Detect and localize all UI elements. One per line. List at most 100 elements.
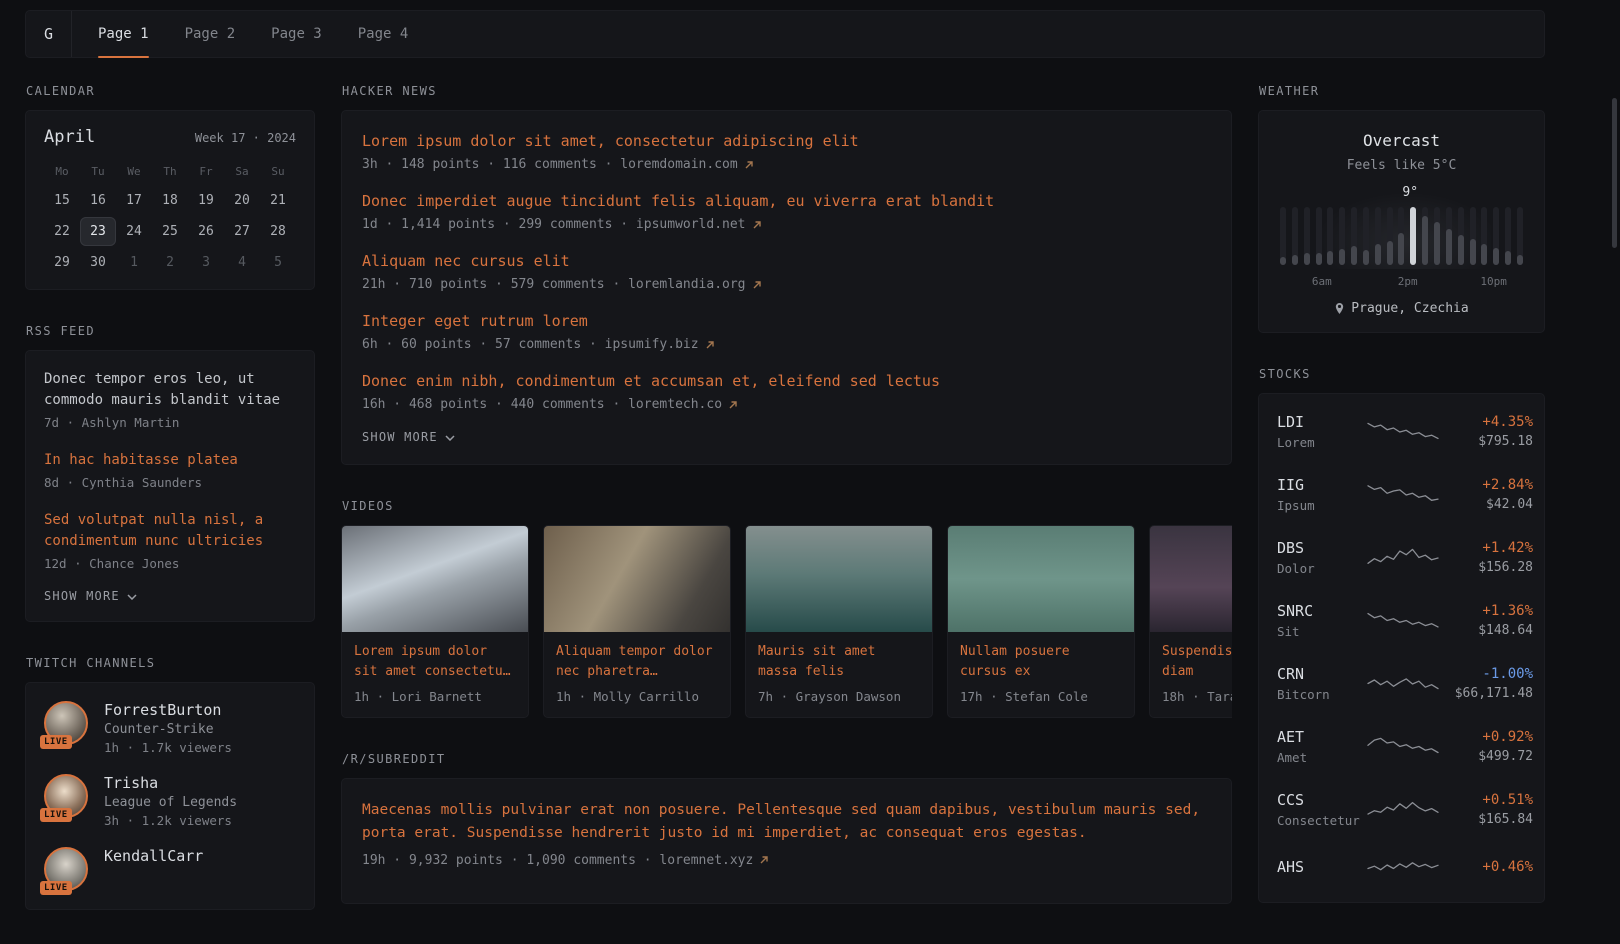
weather-hour-column <box>1327 207 1333 265</box>
weather-hour-bar <box>1398 233 1404 265</box>
hackernews-item-link[interactable]: Donec imperdiet augue tincidunt felis al… <box>362 191 1211 212</box>
twitch-channel[interactable]: LIVE Trisha League of Legends 3h · 1.2k … <box>44 774 296 828</box>
video-meta: 17h · Stefan Cole <box>960 689 1122 704</box>
hackernews-item: Donec enim nibh, condimentum et accumsan… <box>362 371 1211 412</box>
stock-symbol: AHS <box>1277 858 1365 876</box>
page-tab[interactable]: Page 3 <box>271 11 322 57</box>
show-more-label: SHOW MORE <box>44 589 120 603</box>
stock-change: +4.35% <box>1441 414 1533 430</box>
hackernews-item-link[interactable]: Donec enim nibh, condimentum et accumsan… <box>362 371 1211 392</box>
subreddit-widget-title: /R/SUBREDDIT <box>342 752 1232 766</box>
stock-symbol: CRN <box>1277 665 1365 683</box>
video-card[interactable]: Mauris sit amet massa felis 7h · Grayson… <box>745 525 933 718</box>
calendar-day: 26 <box>188 217 224 246</box>
stock-sparkline <box>1365 480 1441 509</box>
sparkline-chart <box>1365 606 1441 635</box>
video-meta: 7h · Grayson Dawson <box>758 689 920 704</box>
weather-hour-bar <box>1517 255 1523 265</box>
video-card[interactable]: Suspendisse diam 18h · Tara <box>1149 525 1232 718</box>
rss-item-link[interactable]: Sed volutpat nulla nisl, a condimentum n… <box>44 510 296 552</box>
weather-hour-column <box>1493 207 1499 265</box>
weather-hour-column <box>1398 207 1404 265</box>
stock-change: +1.36% <box>1441 603 1533 619</box>
weather-hour-bar <box>1327 251 1333 265</box>
weather-hour-bar <box>1292 255 1298 265</box>
external-link-icon <box>759 855 769 865</box>
hackernews-item-meta: 16h · 468 points · 440 comments · loremt… <box>362 397 1211 412</box>
calendar-day: 20 <box>224 186 260 215</box>
video-thumbnail <box>746 526 932 632</box>
show-more-label: SHOW MORE <box>362 430 438 444</box>
calendar-day: 2 <box>152 248 188 277</box>
hackernews-item-link[interactable]: Aliquam nec cursus elit <box>362 251 1211 272</box>
hackernews-item-meta: 6h · 60 points · 57 comments · ipsumify.… <box>362 337 1211 352</box>
calendar-day-header: Th <box>152 161 188 186</box>
page-tab[interactable]: Page 4 <box>358 11 409 57</box>
calendar-day: 22 <box>44 217 80 246</box>
hackernews-item-meta-text: 6h · 60 points · 57 comments · ipsumify.… <box>362 337 699 352</box>
hackernews-item: Donec imperdiet augue tincidunt felis al… <box>362 191 1211 232</box>
calendar-day: 18 <box>152 186 188 215</box>
videos-row: Lorem ipsum dolor sit amet consectetu… 1… <box>341 525 1232 718</box>
weather-hour-column <box>1422 207 1428 265</box>
stock-row: AHS +0.46% <box>1277 841 1526 896</box>
stock-change: +0.46% <box>1441 859 1533 875</box>
page-tab[interactable]: Page 1 <box>98 11 149 57</box>
weather-feels-like: Feels like 5°C <box>1277 158 1526 173</box>
channel-game: Counter-Strike <box>104 722 232 737</box>
stock-row: AET Amet +0.92% $499.72 <box>1277 715 1526 778</box>
stock-values: +0.51% $165.84 <box>1441 792 1533 827</box>
stock-name: Consectetur <box>1277 813 1365 828</box>
hackernews-item: Lorem ipsum dolor sit amet, consectetur … <box>362 131 1211 172</box>
hackernews-item-meta-text: 3h · 148 points · 116 comments · loremdo… <box>362 157 738 172</box>
subreddit-post-link[interactable]: Maecenas mollis pulvinar erat non posuer… <box>362 799 1211 845</box>
sparkline-chart <box>1365 795 1441 824</box>
calendar-day: 27 <box>224 217 260 246</box>
dashboard-page: G Page 1Page 2Page 3Page 4 CALENDAR Apri… <box>0 10 1620 944</box>
hackernews-show-more-button[interactable]: SHOW MORE <box>362 430 455 444</box>
channel-avatar: LIVE <box>44 847 90 891</box>
rss-show-more-button[interactable]: SHOW MORE <box>44 589 137 603</box>
stock-values: +1.36% $148.64 <box>1441 603 1533 638</box>
location-pin-icon <box>1334 302 1345 315</box>
calendar-day-header: Tu <box>80 161 116 186</box>
weather-hour-column <box>1446 207 1452 265</box>
calendar-day: 16 <box>80 186 116 215</box>
stock-identity: SNRC Sit <box>1277 602 1365 639</box>
video-card[interactable]: Nullam posuere cursus ex 17h · Stefan Co… <box>947 525 1135 718</box>
twitch-channel[interactable]: LIVE ForrestBurton Counter-Strike 1h · 1… <box>44 701 296 755</box>
stock-price: $499.72 <box>1441 749 1533 764</box>
video-card[interactable]: Aliquam tempor dolor nec pharetra… 1h · … <box>543 525 731 718</box>
rss-widget-title: RSS FEED <box>26 324 315 338</box>
weather-hour-column <box>1481 207 1487 265</box>
stock-values: +1.42% $156.28 <box>1441 540 1533 575</box>
app-logo[interactable]: G <box>26 11 72 57</box>
hackernews-list: Lorem ipsum dolor sit amet, consectetur … <box>362 131 1211 412</box>
stock-name: Lorem <box>1277 435 1365 450</box>
calendar-day: 21 <box>260 186 296 215</box>
subreddit-post: Maecenas mollis pulvinar erat non posuer… <box>362 799 1211 867</box>
subreddit-post-meta: 19h · 9,932 points · 1,090 comments · lo… <box>362 853 1211 868</box>
page-tab[interactable]: Page 2 <box>185 11 236 57</box>
video-thumbnail <box>342 526 528 632</box>
video-meta: 18h · Tara <box>1162 689 1232 704</box>
rss-item-link[interactable]: Donec tempor eros leo, ut commodo mauris… <box>44 369 296 411</box>
stock-row: SNRC Sit +1.36% $148.64 <box>1277 589 1526 652</box>
chevron-down-icon <box>127 594 137 600</box>
stock-row: CCS Consectetur +0.51% $165.84 <box>1277 778 1526 841</box>
hackernews-item-meta: 1d · 1,414 points · 299 comments · ipsum… <box>362 217 1211 232</box>
weather-hour-bar <box>1351 246 1357 265</box>
external-link-icon <box>752 220 762 230</box>
video-card[interactable]: Lorem ipsum dolor sit amet consectetu… 1… <box>341 525 529 718</box>
twitch-channel[interactable]: LIVE KendallCarr <box>44 847 296 891</box>
scrollbar-thumb[interactable] <box>1612 98 1617 248</box>
video-thumbnail <box>1150 526 1232 632</box>
chevron-down-icon <box>445 435 455 441</box>
rss-item-link[interactable]: In hac habitasse platea <box>44 450 296 471</box>
hackernews-item-link[interactable]: Lorem ipsum dolor sit amet, consectetur … <box>362 131 1211 152</box>
weather-hour-column <box>1410 207 1416 265</box>
rss-item: In hac habitasse platea 8d · Cynthia Sau… <box>44 450 296 490</box>
left-column: CALENDAR April Week 17 · 2024 MoTuWeThFr… <box>25 84 315 944</box>
stock-sparkline <box>1365 543 1441 572</box>
hackernews-item-link[interactable]: Integer eget rutrum lorem <box>362 311 1211 332</box>
